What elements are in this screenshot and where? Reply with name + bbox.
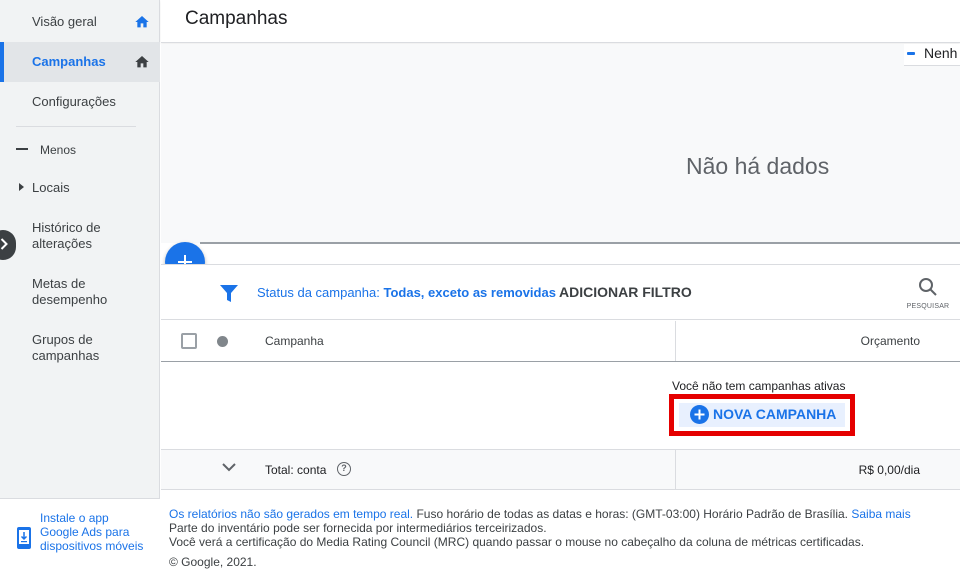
copyright: © Google, 2021. bbox=[169, 555, 257, 569]
filter-bar: Status da campanha: Todas, exceto as rem… bbox=[161, 264, 960, 320]
add-filter-button[interactable]: ADICIONAR FILTRO bbox=[559, 284, 692, 300]
sidebar-item-settings[interactable]: Configurações bbox=[0, 82, 160, 122]
sidebar-divider bbox=[16, 126, 136, 127]
legend-label: Nenh bbox=[924, 45, 958, 61]
chart-baseline bbox=[200, 242, 960, 244]
new-campaign-button[interactable]: NOVA CAMPANHA bbox=[679, 403, 845, 427]
sidebar-item-label: Configurações bbox=[32, 94, 116, 109]
install-app-link[interactable]: Instale o app Google Ads para dispositiv… bbox=[0, 498, 160, 574]
chevron-down-icon[interactable] bbox=[222, 463, 236, 472]
sidebar-item-locations[interactable]: Locais bbox=[0, 172, 160, 204]
column-divider bbox=[675, 450, 676, 489]
sidebar-item-label: Menos bbox=[40, 143, 77, 157]
inventory-text: Parte do inventário pode ser fornecida p… bbox=[169, 521, 547, 535]
learn-more-link[interactable]: Saiba mais bbox=[851, 507, 910, 521]
sidebar-item-campaigns[interactable]: Campanhas bbox=[0, 42, 160, 82]
sidebar-item-performance-goals[interactable]: Metas de desempenho bbox=[0, 270, 160, 310]
page-header: Campanhas bbox=[161, 0, 960, 43]
no-data-message: Não há dados bbox=[686, 153, 830, 179]
sidebar-item-label: Campanhas bbox=[32, 54, 106, 69]
sidebar-item-label: Grupos de campanhas bbox=[32, 332, 100, 363]
total-row: Total: conta ? R$ 0,00/dia bbox=[161, 450, 960, 490]
help-icon[interactable]: ? bbox=[337, 462, 351, 476]
search-button[interactable]: PESQUISAR bbox=[905, 275, 951, 315]
search-icon bbox=[919, 278, 937, 296]
total-budget-value: R$ 0,00/dia bbox=[858, 463, 920, 477]
column-header-campaign[interactable]: Campanha bbox=[265, 334, 324, 348]
sidebar-item-less[interactable]: Menos bbox=[0, 134, 160, 166]
chevron-right-icon bbox=[0, 238, 8, 250]
sidebar: Visão geral Campanhas Configurações Meno… bbox=[0, 0, 160, 574]
app-root: Visão geral Campanhas Configurações Meno… bbox=[0, 0, 960, 574]
no-campaigns-message: Você não tem campanhas ativas bbox=[672, 379, 846, 393]
new-campaign-label: NOVA CAMPANHA bbox=[713, 406, 837, 422]
select-all-checkbox[interactable] bbox=[181, 333, 197, 349]
sidebar-item-overview[interactable]: Visão geral bbox=[0, 2, 160, 42]
mrc-text: Você verá a certificação do Media Rating… bbox=[169, 535, 865, 549]
chart-legend[interactable]: Nenh bbox=[904, 44, 960, 66]
sidebar-item-campaign-groups[interactable]: Grupos de campanhas bbox=[0, 326, 160, 366]
filter-icon[interactable] bbox=[220, 285, 238, 302]
empty-table-row: Você não tem campanhas ativas NOVA CAMPA… bbox=[161, 362, 960, 450]
legend-series-marker bbox=[907, 52, 915, 55]
column-header-budget[interactable]: Orçamento bbox=[861, 334, 920, 348]
mobile-download-icon bbox=[17, 527, 31, 549]
home-icon bbox=[135, 16, 149, 28]
campaign-status-filter-chip[interactable]: Status da campanha: Todas, exceto as rem… bbox=[257, 285, 556, 300]
chart-area: Nenh Não há dados bbox=[161, 44, 960, 243]
reports-link[interactable]: Os relatórios não são gerados em tempo r… bbox=[169, 507, 413, 521]
total-label: Total: conta bbox=[265, 463, 327, 477]
new-campaign-highlight: NOVA CAMPANHA bbox=[669, 394, 855, 436]
sidebar-item-label: Locais bbox=[32, 180, 70, 195]
home-icon bbox=[135, 56, 149, 68]
timezone-text: Fuso horário de todas as datas e horas: … bbox=[413, 507, 852, 521]
sidebar-item-label: Visão geral bbox=[32, 14, 97, 29]
status-column-icon bbox=[217, 336, 228, 347]
search-caption: PESQUISAR bbox=[906, 303, 950, 310]
sidebar-item-label: Metas de desempenho bbox=[32, 276, 108, 307]
caret-right-icon bbox=[19, 183, 24, 191]
install-app-label: Instale o app Google Ads para dispositiv… bbox=[40, 511, 144, 553]
page-footer: Os relatórios não são gerados em tempo r… bbox=[169, 507, 949, 569]
sidebar-item-change-history[interactable]: Histórico de alterações bbox=[0, 214, 160, 254]
footer-line-1: Os relatórios não são gerados em tempo r… bbox=[169, 507, 949, 521]
sidebar-item-label: Histórico de alterações bbox=[32, 220, 101, 251]
page-title: Campanhas bbox=[185, 8, 288, 29]
filter-value: Todas, exceto as removidas bbox=[383, 285, 556, 300]
column-divider bbox=[675, 321, 676, 361]
minus-icon bbox=[16, 148, 28, 150]
table-header: Campanha Orçamento bbox=[161, 321, 960, 362]
plus-circle-icon bbox=[690, 405, 709, 424]
filter-label: Status da campanha: bbox=[257, 285, 380, 300]
